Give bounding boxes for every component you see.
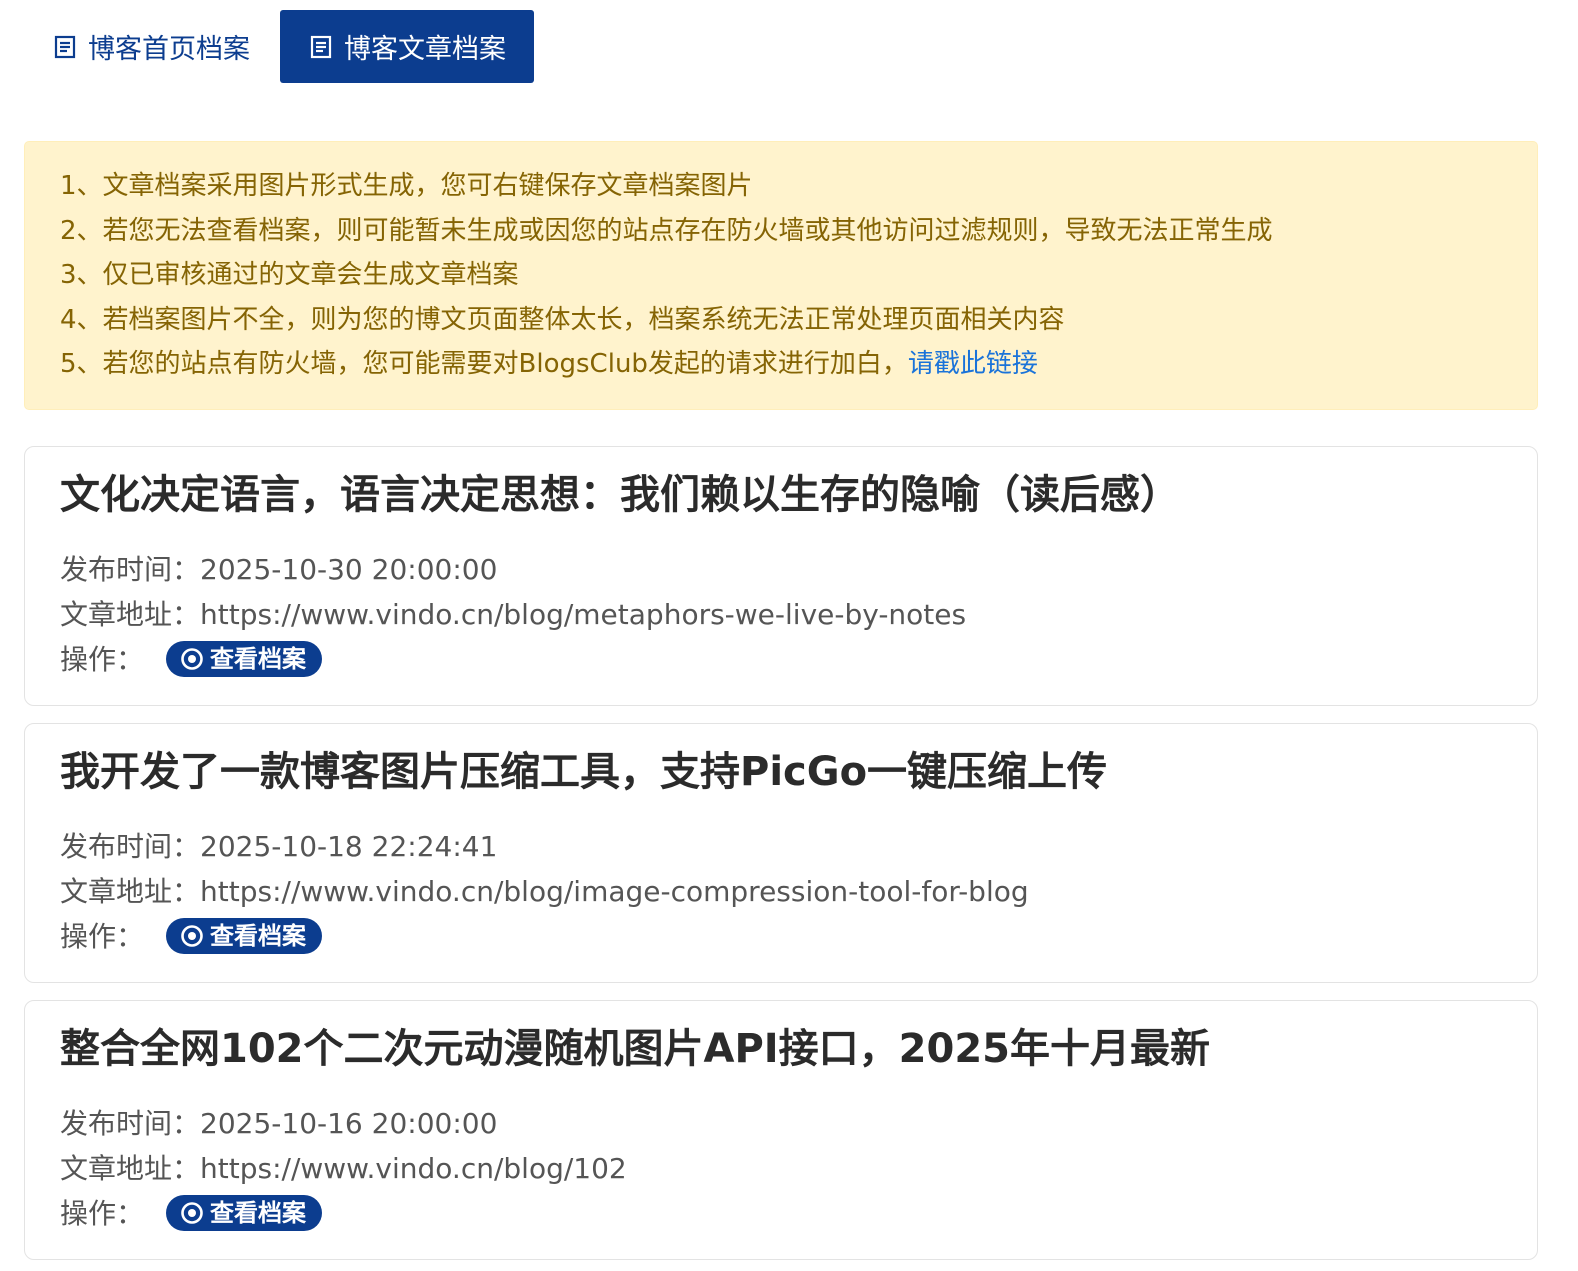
view-archive-label: 查看档案 [210,644,307,673]
operation-row: 操作： 查看档案 [60,637,1502,682]
view-archive-button[interactable]: 查看档案 [166,918,323,955]
archive-page: 博客首页档案 博客文章档案 1、文章档案采用图片形式生成，您可右键保存文章档案图… [0,0,1578,1271]
notice-line-3: 3、仅已审核通过的文章会生成文章档案 [60,260,519,291]
publish-time-label: 发布时间： [60,552,201,586]
tab-label: 博客文章档案 [344,34,506,65]
article-url-row: 文章地址：https://www.vindo.cn/blog/102 [60,1146,1502,1191]
notice-line-2: 2、若您无法查看档案，则可能暂未生成或因您的站点存在防火墙或其他访问过滤规则，导… [60,215,1273,246]
operation-label: 操作： [60,919,145,953]
article-url-label: 文章地址： [60,597,201,631]
article-meta: 发布时间：2025-10-18 22:24:41 文章地址：https://ww… [60,824,1502,959]
article-card: 我开发了一款博客图片压缩工具，支持PicGo一键压缩上传 发布时间：2025-1… [24,722,1538,983]
tab-homepage-archive[interactable]: 博客首页档案 [24,10,278,83]
notice-box: 1、文章档案采用图片形式生成，您可右键保存文章档案图片 2、若您无法查看档案，则… [24,141,1538,410]
view-archive-button[interactable]: 查看档案 [166,1195,323,1232]
article-meta: 发布时间：2025-10-30 20:00:00 文章地址：https://ww… [60,547,1502,682]
article-card: 文化决定语言，语言决定思想：我们赖以生存的隐喻（读后感） 发布时间：2025-1… [24,445,1538,706]
article-url-label: 文章地址： [60,874,201,908]
eye-icon [180,1201,204,1225]
publish-time-value: 2025-10-16 20:00:00 [200,1106,498,1140]
publish-time-value: 2025-10-18 22:24:41 [200,829,498,863]
publish-time-value: 2025-10-30 20:00:00 [200,552,498,586]
operation-row: 操作： 查看档案 [60,1191,1502,1236]
eye-icon [180,647,204,671]
article-title: 我开发了一款博客图片压缩工具，支持PicGo一键压缩上传 [60,748,1108,795]
notice-line-5-text: 5、若您的站点有防火墙，您可能需要对BlogsClub发起的请求进行加白， [60,349,908,380]
publish-time-row: 发布时间：2025-10-30 20:00:00 [60,547,1502,592]
document-icon [54,34,76,60]
document-icon [310,34,332,60]
operation-row: 操作： 查看档案 [60,914,1502,959]
article-url-value: https://www.vindo.cn/blog/image-compress… [200,874,1029,908]
article-url-label: 文章地址： [60,1151,201,1185]
article-url-value: https://www.vindo.cn/blog/102 [200,1151,627,1185]
operation-label: 操作： [60,642,145,676]
eye-icon [180,924,204,948]
publish-time-row: 发布时间：2025-10-18 22:24:41 [60,824,1502,869]
article-title: 整合全网102个二次元动漫随机图片API接口，2025年十月最新 [60,1025,1210,1072]
notice-line-4: 4、若档案图片不全，则为您的博文页面整体太长，档案系统无法正常处理页面相关内容 [60,304,1065,335]
view-archive-label: 查看档案 [210,921,307,950]
operation-label: 操作： [60,1196,145,1230]
article-url-value: https://www.vindo.cn/blog/metaphors-we-l… [200,597,967,631]
article-card: 整合全网102个二次元动漫随机图片API接口，2025年十月最新 发布时间：20… [24,999,1538,1260]
publish-time-label: 发布时间： [60,829,201,863]
whitelist-link[interactable]: 请戳此链接 [908,349,1038,379]
article-url-row: 文章地址：https://www.vindo.cn/blog/image-com… [60,869,1502,914]
view-archive-button[interactable]: 查看档案 [166,641,323,678]
notice-line-5: 5、若您的站点有防火墙，您可能需要对BlogsClub发起的请求进行加白，请戳此… [60,342,1502,387]
publish-time-row: 发布时间：2025-10-16 20:00:00 [60,1101,1502,1146]
article-meta: 发布时间：2025-10-16 20:00:00 文章地址：https://ww… [60,1101,1502,1236]
tab-label: 博客首页档案 [88,34,250,65]
tab-article-archive[interactable]: 博客文章档案 [280,10,534,83]
publish-time-label: 发布时间： [60,1106,201,1140]
view-archive-label: 查看档案 [210,1198,307,1227]
tab-bar: 博客首页档案 博客文章档案 [24,10,1554,83]
article-url-row: 文章地址：https://www.vindo.cn/blog/metaphors… [60,592,1502,637]
notice-line-1: 1、文章档案采用图片形式生成，您可右键保存文章档案图片 [60,171,753,201]
article-title: 文化决定语言，语言决定思想：我们赖以生存的隐喻（读后感） [60,471,1180,518]
